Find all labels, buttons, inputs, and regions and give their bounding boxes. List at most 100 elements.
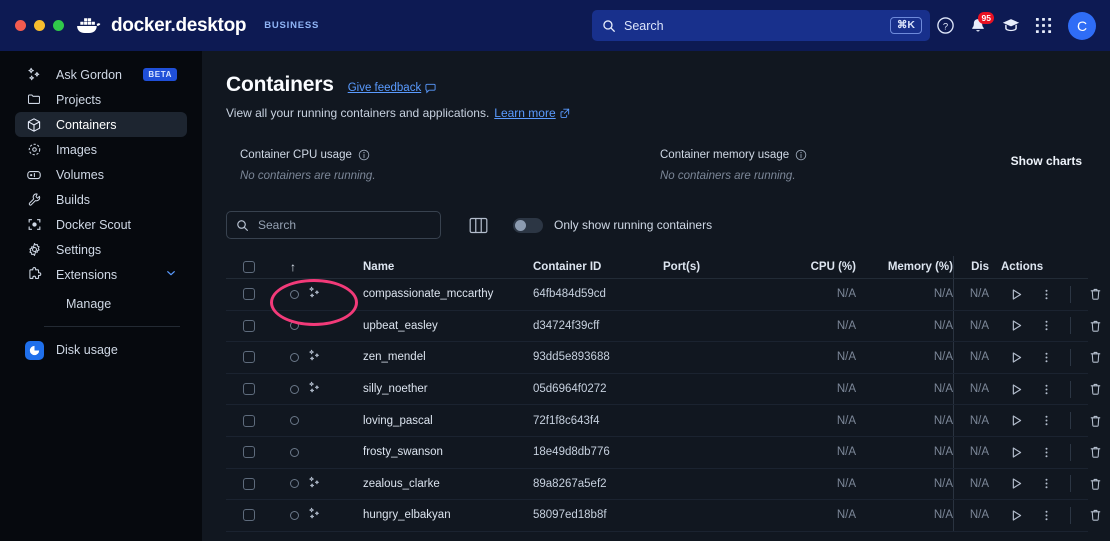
row-checkbox[interactable] [226, 351, 271, 363]
row-container-name[interactable]: loving_pascal [363, 415, 533, 427]
global-search-input[interactable] [624, 19, 890, 33]
chevron-down-icon[interactable] [165, 267, 177, 282]
row-container-name[interactable]: zen_mendel [363, 351, 533, 363]
sidebar-item-settings[interactable]: Settings [15, 237, 187, 262]
column-header-container-id[interactable]: Container ID [533, 261, 663, 273]
delete-icon[interactable] [1080, 414, 1110, 428]
start-icon[interactable] [1001, 288, 1031, 301]
info-icon[interactable] [358, 149, 370, 161]
close-window-button[interactable] [15, 20, 26, 31]
ask-gordon-sparkle-icon[interactable] [308, 381, 321, 397]
more-options-icon[interactable] [1031, 446, 1061, 459]
select-all-checkbox[interactable] [226, 261, 271, 273]
sidebar-item-projects[interactable]: Projects [15, 87, 187, 112]
table-row[interactable]: compassionate_mccarthy64fb484d59cdN/AN/A… [226, 279, 1088, 311]
row-cpu: N/A [773, 383, 868, 395]
row-container-name[interactable]: frosty_swanson [363, 446, 533, 458]
toggle-track[interactable] [513, 218, 543, 233]
container-search-box[interactable] [226, 211, 441, 239]
delete-icon[interactable] [1080, 508, 1110, 522]
start-icon[interactable] [1001, 509, 1031, 522]
column-header-memory[interactable]: Memory (%) [868, 261, 953, 273]
more-options-icon[interactable] [1031, 414, 1061, 427]
row-container-name[interactable]: hungry_elbakyan [363, 509, 533, 521]
start-icon[interactable] [1001, 383, 1031, 396]
memory-usage-label-row: Container memory usage [660, 149, 807, 161]
sidebar-item-disk-usage[interactable]: Disk usage [15, 337, 187, 363]
table-row[interactable]: loving_pascal72f1f8c643f4N/AN/AN/A [226, 405, 1088, 437]
sidebar-item-docker-scout[interactable]: Docker Scout [15, 212, 187, 237]
delete-icon[interactable] [1080, 350, 1110, 364]
window-traffic-lights[interactable] [0, 20, 75, 31]
sidebar-item-containers[interactable]: Containers [15, 112, 187, 137]
row-container-name[interactable]: silly_noether [363, 383, 533, 395]
user-avatar[interactable]: C [1068, 12, 1096, 40]
row-checkbox[interactable] [226, 446, 271, 458]
more-options-icon[interactable] [1031, 319, 1061, 332]
show-charts-button[interactable]: Show charts [1011, 154, 1082, 168]
row-checkbox[interactable] [226, 478, 271, 490]
more-options-icon[interactable] [1031, 477, 1061, 490]
row-checkbox[interactable] [226, 320, 271, 332]
learning-center-icon[interactable] [1001, 16, 1021, 35]
ask-gordon-sparkle-icon[interactable] [308, 286, 321, 302]
delete-icon[interactable] [1080, 319, 1110, 333]
column-header-ports[interactable]: Port(s) [663, 261, 773, 273]
global-search-box[interactable]: ⌘K [592, 10, 930, 41]
table-row[interactable]: zealous_clarke89a8267a5ef2N/AN/AN/A [226, 469, 1088, 501]
table-row[interactable]: silly_noether05d6964f0272N/AN/AN/A [226, 374, 1088, 406]
sidebar-item-label: Docker Scout [56, 218, 177, 232]
start-icon[interactable] [1001, 446, 1031, 459]
give-feedback-link[interactable]: Give feedback [348, 82, 437, 94]
delete-icon[interactable] [1080, 477, 1110, 491]
start-icon[interactable] [1001, 414, 1031, 427]
sort-column-header[interactable]: ↑ [271, 260, 363, 274]
row-container-name[interactable]: upbeat_easley [363, 320, 533, 332]
help-icon[interactable]: ? [936, 16, 955, 35]
row-container-name[interactable]: compassionate_mccarthy [363, 288, 533, 300]
ask-gordon-sparkle-icon[interactable] [308, 476, 321, 492]
resource-usage-summary: Container CPU usage No containers are ru… [226, 149, 1088, 199]
container-status-icon [290, 321, 299, 330]
bell-icon[interactable]: 95 [969, 17, 987, 35]
delete-icon[interactable] [1080, 287, 1110, 301]
maximize-window-button[interactable] [53, 20, 64, 31]
info-icon[interactable] [795, 149, 807, 161]
learn-more-link[interactable]: Learn more [494, 106, 569, 120]
row-checkbox[interactable] [226, 415, 271, 427]
start-icon[interactable] [1001, 351, 1031, 364]
start-icon[interactable] [1001, 477, 1031, 490]
ask-gordon-sparkle-icon[interactable] [308, 507, 321, 523]
sidebar-item-builds[interactable]: Builds [15, 187, 187, 212]
row-container-name[interactable]: zealous_clarke [363, 478, 533, 490]
more-options-icon[interactable] [1031, 288, 1061, 301]
more-options-icon[interactable] [1031, 383, 1061, 396]
delete-icon[interactable] [1080, 445, 1110, 459]
column-header-disk[interactable]: Dis [953, 261, 989, 273]
minimize-window-button[interactable] [34, 20, 45, 31]
column-header-name[interactable]: Name [363, 261, 533, 273]
more-options-icon[interactable] [1031, 509, 1061, 522]
table-row[interactable]: hungry_elbakyan58097ed18b8fN/AN/AN/A [226, 500, 1088, 532]
row-checkbox[interactable] [226, 383, 271, 395]
only-running-toggle[interactable]: Only show running containers [513, 218, 712, 233]
columns-layout-icon[interactable] [469, 217, 488, 234]
sidebar-item-images[interactable]: Images [15, 137, 187, 162]
table-row[interactable]: upbeat_easleyd34724f39cffN/AN/AN/A [226, 311, 1088, 343]
row-checkbox[interactable] [226, 288, 271, 300]
row-disk: N/A [953, 383, 989, 395]
start-icon[interactable] [1001, 319, 1031, 332]
table-row[interactable]: zen_mendel93dd5e893688N/AN/AN/A [226, 342, 1088, 374]
sidebar-item-extensions[interactable]: Extensions [15, 262, 187, 287]
row-checkbox[interactable] [226, 509, 271, 521]
more-options-icon[interactable] [1031, 351, 1061, 364]
container-search-input[interactable] [258, 218, 431, 232]
apps-grid-icon[interactable] [1035, 17, 1052, 34]
sidebar-item-manage[interactable]: Manage [15, 291, 187, 316]
table-row[interactable]: frosty_swanson18e49d8db776N/AN/AN/A [226, 437, 1088, 469]
sidebar-item-ask-gordon[interactable]: Ask Gordon BETA [15, 62, 187, 87]
delete-icon[interactable] [1080, 382, 1110, 396]
column-header-cpu[interactable]: CPU (%) [773, 261, 868, 273]
ask-gordon-sparkle-icon[interactable] [308, 349, 321, 365]
sidebar-item-volumes[interactable]: Volumes [15, 162, 187, 187]
